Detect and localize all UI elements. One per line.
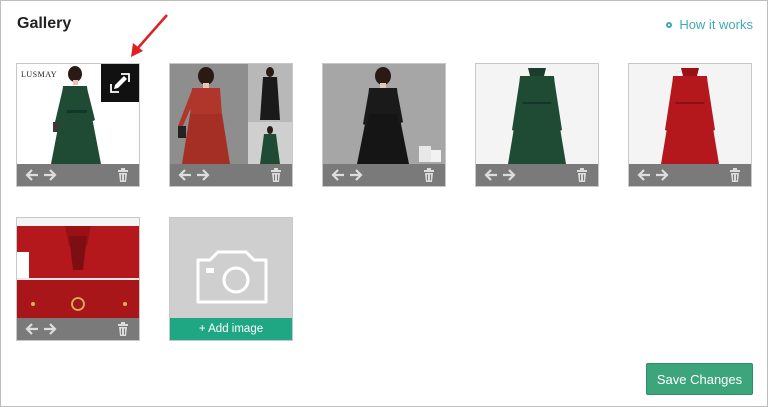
gallery-item[interactable] bbox=[169, 63, 293, 187]
arrow-left-icon[interactable] bbox=[637, 168, 651, 182]
item-toolbar bbox=[17, 164, 139, 186]
gallery-item[interactable] bbox=[628, 63, 752, 187]
gallery-item[interactable] bbox=[16, 217, 140, 341]
page-title: Gallery bbox=[17, 15, 72, 32]
how-it-works-label: How it works bbox=[679, 17, 753, 32]
trash-icon[interactable] bbox=[576, 168, 588, 182]
item-toolbar bbox=[476, 164, 598, 186]
arrow-left-icon[interactable] bbox=[25, 322, 39, 336]
gallery-panel: Gallery How it works LUSMAY + Add image … bbox=[0, 0, 768, 407]
gallery-thumbnail bbox=[629, 64, 751, 164]
arrow-left-icon[interactable] bbox=[25, 168, 39, 182]
gallery-thumbnail bbox=[476, 64, 598, 164]
edit-image-button[interactable] bbox=[101, 64, 139, 102]
pointer-arrow-annotation bbox=[131, 14, 168, 57]
arrow-right-icon[interactable] bbox=[43, 322, 57, 336]
save-changes-button[interactable]: Save Changes bbox=[646, 363, 753, 395]
arrow-right-icon[interactable] bbox=[349, 168, 363, 182]
add-image-button[interactable]: + Add image bbox=[169, 217, 293, 341]
gallery-item[interactable]: LUSMAY bbox=[16, 63, 140, 187]
arrow-left-icon[interactable] bbox=[484, 168, 498, 182]
camera-icon bbox=[196, 250, 268, 304]
add-image-label: + Add image bbox=[170, 318, 292, 340]
arrow-left-icon[interactable] bbox=[331, 168, 345, 182]
item-toolbar bbox=[629, 164, 751, 186]
trash-icon[interactable] bbox=[423, 168, 435, 182]
item-toolbar bbox=[17, 318, 139, 340]
brand-watermark: LUSMAY bbox=[21, 70, 58, 79]
arrow-right-icon[interactable] bbox=[502, 168, 516, 182]
trash-icon[interactable] bbox=[270, 168, 282, 182]
arrow-right-icon[interactable] bbox=[43, 168, 57, 182]
gallery-thumbnail bbox=[323, 64, 445, 164]
circle-dot-icon bbox=[666, 21, 673, 28]
how-it-works-link[interactable]: How it works bbox=[666, 17, 753, 32]
trash-icon[interactable] bbox=[729, 168, 741, 182]
gallery-thumbnail bbox=[170, 64, 292, 164]
pencil-edit-icon bbox=[110, 73, 130, 93]
item-toolbar bbox=[323, 164, 445, 186]
arrow-right-icon[interactable] bbox=[655, 168, 669, 182]
gallery-item[interactable] bbox=[475, 63, 599, 187]
gallery-item[interactable] bbox=[322, 63, 446, 187]
arrow-left-icon[interactable] bbox=[178, 168, 192, 182]
trash-icon[interactable] bbox=[117, 322, 129, 336]
gallery-thumbnail bbox=[17, 218, 139, 318]
trash-icon[interactable] bbox=[117, 168, 129, 182]
item-toolbar bbox=[170, 164, 292, 186]
arrow-right-icon[interactable] bbox=[196, 168, 210, 182]
